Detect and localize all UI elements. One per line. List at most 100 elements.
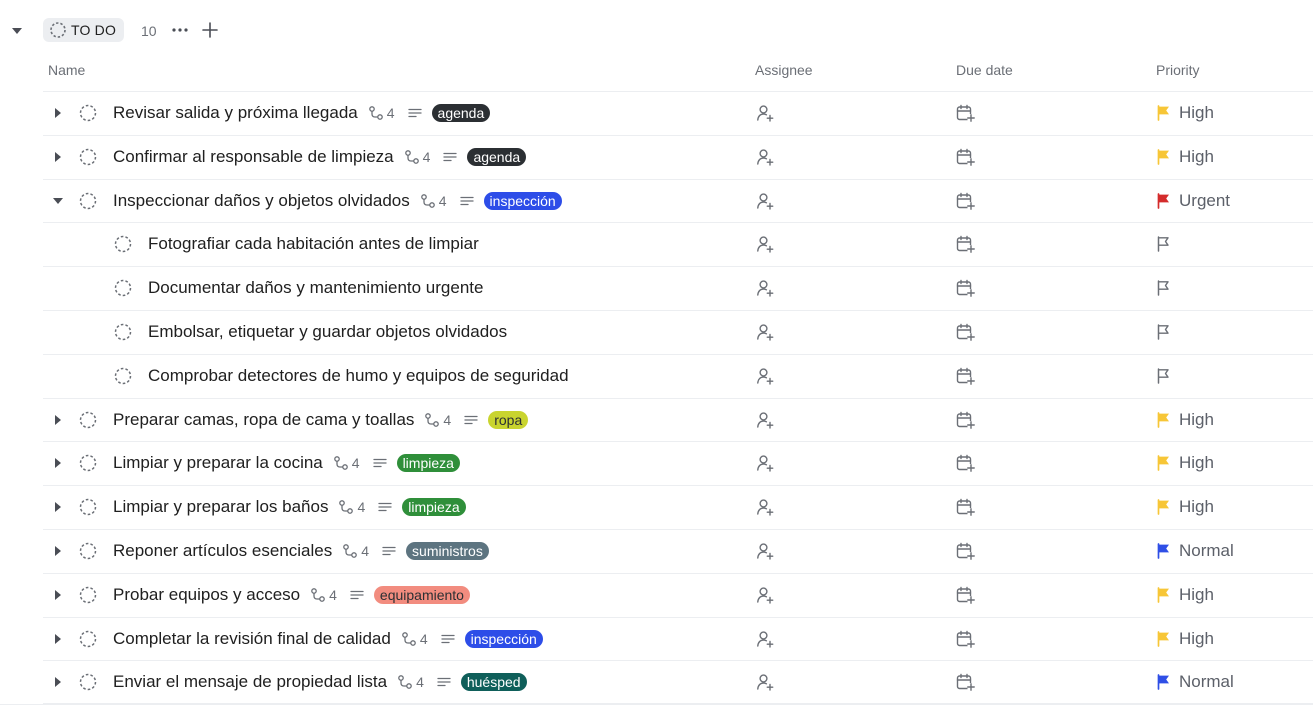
tag-badge[interactable]: inspección — [464, 629, 543, 648]
add-due-date-icon[interactable] — [955, 672, 975, 692]
add-due-date-icon[interactable] — [955, 191, 975, 211]
priority-cell[interactable]: High — [1155, 574, 1214, 616]
status-circle-icon[interactable] — [79, 104, 97, 122]
status-circle-icon[interactable] — [79, 498, 97, 516]
task-row[interactable]: Preparar camas, ropa de cama y toallas 4 r… — [43, 397, 1313, 442]
subtask-counter[interactable]: 4 — [420, 193, 476, 209]
priority-cell[interactable]: Normal — [1155, 530, 1234, 572]
task-name[interactable]: Comprobar detectores de humo y equipos d… — [148, 366, 569, 386]
task-row[interactable]: Limpiar y preparar los baños 4 limpieza Hig… — [43, 485, 1313, 529]
add-assignee-icon[interactable] — [755, 629, 775, 649]
subtask-counter[interactable]: 4 — [401, 631, 457, 647]
task-name[interactable]: Confirmar al responsable de limpieza — [113, 147, 394, 167]
task-row[interactable]: Reponer artículos esenciales 4 suministros… — [43, 528, 1313, 573]
subtask-row[interactable]: Embolsar, etiquetar y guardar objetos ol… — [43, 309, 1313, 354]
priority-cell[interactable] — [1155, 223, 1171, 265]
column-header-name[interactable]: Name — [48, 62, 85, 78]
task-name[interactable]: Preparar camas, ropa de cama y toallas — [113, 410, 414, 430]
tag-badge[interactable]: agenda — [467, 147, 527, 166]
add-due-date-icon[interactable] — [955, 366, 975, 386]
subtask-counter[interactable]: 4 — [333, 455, 389, 471]
add-assignee-icon[interactable] — [755, 453, 775, 473]
column-header-priority[interactable]: Priority — [1156, 62, 1200, 78]
add-assignee-icon[interactable] — [755, 541, 775, 561]
task-row[interactable]: Probar equipos y acceso 4 equipamiento High — [43, 572, 1313, 617]
tag-badge[interactable]: equipamiento — [373, 585, 470, 604]
priority-cell[interactable]: High — [1155, 92, 1214, 134]
status-circle-icon[interactable] — [114, 367, 132, 385]
subtask-counter[interactable]: 4 — [397, 674, 453, 690]
subtask-row[interactable]: Documentar daños y mantenimiento urgente — [43, 266, 1313, 310]
tag-badge[interactable]: huésped — [460, 673, 527, 692]
add-due-date-icon[interactable] — [955, 497, 975, 517]
subtask-counter[interactable]: 4 — [404, 149, 460, 165]
task-name[interactable]: Revisar salida y próxima llegada — [113, 103, 358, 123]
task-name[interactable]: Fotografiar cada habitación antes de lim… — [148, 234, 479, 254]
add-assignee-icon[interactable] — [755, 103, 775, 123]
task-name[interactable]: Limpiar y preparar la cocina — [113, 453, 323, 473]
add-assignee-icon[interactable] — [755, 585, 775, 605]
expand-subtasks-icon[interactable] — [52, 151, 64, 163]
priority-cell[interactable] — [1155, 267, 1171, 309]
add-due-date-icon[interactable] — [955, 147, 975, 167]
task-name[interactable]: Inspeccionar daños y objetos olvidados — [113, 191, 410, 211]
tag-badge[interactable]: agenda — [431, 104, 491, 122]
subtask-counter[interactable]: 4 — [342, 543, 398, 559]
add-due-date-icon[interactable] — [955, 541, 975, 561]
priority-cell[interactable]: High — [1155, 399, 1214, 441]
status-circle-icon[interactable] — [114, 323, 132, 341]
collapse-caret-icon[interactable] — [10, 24, 24, 38]
add-due-date-icon[interactable] — [955, 322, 975, 342]
add-due-date-icon[interactable] — [955, 278, 975, 298]
task-name[interactable]: Limpiar y preparar los baños — [113, 497, 328, 517]
task-row[interactable]: Revisar salida y próxima llegada 4 agenda H… — [43, 91, 1313, 135]
expand-subtasks-icon[interactable] — [52, 633, 64, 645]
status-circle-icon[interactable] — [79, 192, 97, 210]
add-task-icon[interactable] — [200, 20, 220, 40]
priority-cell[interactable] — [1155, 355, 1171, 397]
add-assignee-icon[interactable] — [755, 322, 775, 342]
priority-cell[interactable]: High — [1155, 442, 1214, 484]
status-circle-icon[interactable] — [79, 542, 97, 560]
add-due-date-icon[interactable] — [955, 585, 975, 605]
subtask-counter[interactable]: 4 — [424, 412, 480, 428]
task-name[interactable]: Probar equipos y acceso — [113, 585, 300, 605]
status-circle-icon[interactable] — [79, 411, 97, 429]
priority-cell[interactable]: High — [1155, 618, 1214, 660]
priority-cell[interactable]: Normal — [1155, 661, 1234, 703]
task-name[interactable]: Embolsar, etiquetar y guardar objetos ol… — [148, 322, 507, 342]
add-due-date-icon[interactable] — [955, 234, 975, 254]
status-pill[interactable]: TO DO — [43, 18, 125, 42]
subtask-row[interactable]: Comprobar detectores de humo y equipos d… — [43, 353, 1313, 398]
expand-subtasks-icon[interactable] — [52, 589, 64, 601]
task-row[interactable]: Completar la revisión final de calidad 4 i… — [43, 616, 1313, 661]
subtask-counter[interactable]: 4 — [368, 105, 424, 121]
status-circle-icon[interactable] — [79, 630, 97, 648]
task-row[interactable]: Enviar el mensaje de propiedad lista 4 hué… — [43, 660, 1313, 705]
priority-cell[interactable]: High — [1155, 136, 1214, 178]
task-row[interactable]: Limpiar y preparar la cocina 4 limpieza Hig… — [43, 441, 1313, 485]
add-assignee-icon[interactable] — [755, 147, 775, 167]
status-circle-icon[interactable] — [114, 279, 132, 297]
tag-badge[interactable]: limpieza — [396, 454, 460, 473]
status-circle-icon[interactable] — [79, 454, 97, 472]
column-header-assignee[interactable]: Assignee — [755, 62, 813, 78]
task-name[interactable]: Enviar el mensaje de propiedad lista — [113, 672, 387, 692]
collapse-subtasks-icon[interactable] — [52, 195, 64, 207]
expand-subtasks-icon[interactable] — [52, 107, 64, 119]
expand-subtasks-icon[interactable] — [52, 457, 64, 469]
tag-badge[interactable]: inspección — [483, 191, 562, 210]
tag-badge[interactable]: limpieza — [402, 498, 466, 517]
add-assignee-icon[interactable] — [755, 410, 775, 430]
tag-badge[interactable]: ropa — [488, 410, 529, 429]
subtask-counter[interactable]: 4 — [310, 587, 366, 603]
task-row[interactable]: Inspeccionar daños y objetos olvidados 4 i… — [43, 178, 1313, 223]
add-assignee-icon[interactable] — [755, 497, 775, 517]
status-circle-icon[interactable] — [79, 148, 97, 166]
status-circle-icon[interactable] — [114, 235, 132, 253]
status-circle-icon[interactable] — [79, 673, 97, 691]
subtask-counter[interactable]: 4 — [338, 499, 394, 515]
add-due-date-icon[interactable] — [955, 453, 975, 473]
task-name[interactable]: Documentar daños y mantenimiento urgente — [148, 278, 483, 298]
status-circle-icon[interactable] — [79, 586, 97, 604]
